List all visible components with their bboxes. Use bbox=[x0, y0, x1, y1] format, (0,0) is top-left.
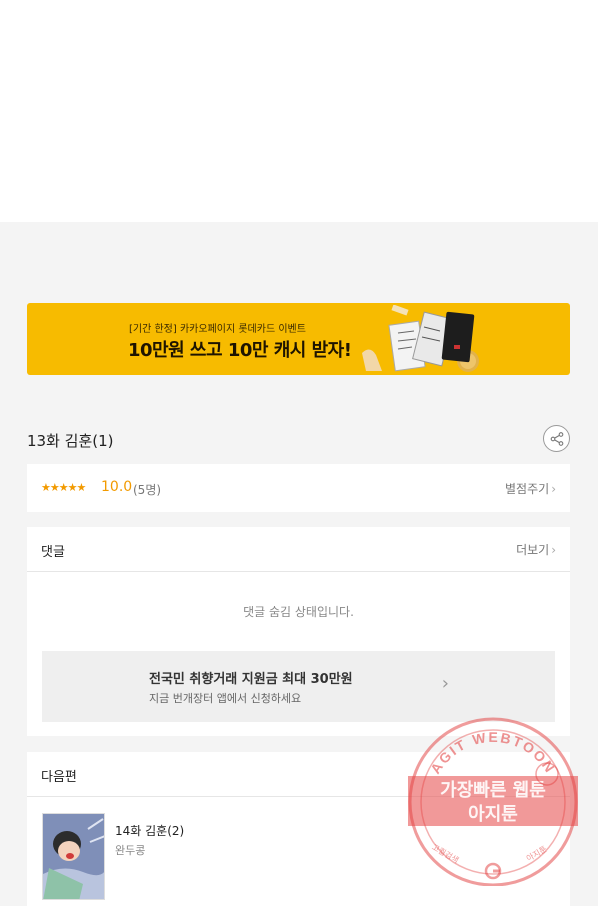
black-card-icon bbox=[441, 311, 475, 363]
rating-count: (5명) bbox=[133, 483, 162, 497]
rating-stars: ★★★★★ bbox=[41, 481, 86, 494]
ad-banner[interactable]: 전국민 취향거래 지원금 최대 30만원 지금 번개장터 앱에서 신청하세요 › bbox=[42, 651, 555, 722]
share-button[interactable] bbox=[543, 425, 570, 452]
chevron-right-icon: › bbox=[551, 482, 556, 496]
comments-more-label: 더보기 bbox=[516, 543, 550, 557]
chevron-right-icon: › bbox=[441, 673, 449, 694]
banner-cards-illustration bbox=[362, 305, 479, 372]
chevron-right-icon: › bbox=[551, 543, 556, 557]
next-episode-thumbnail[interactable] bbox=[42, 813, 105, 900]
banner-subtitle: [기간 한정] 카카오페이지 롯데카드 이벤트 bbox=[129, 324, 306, 335]
comments-title: 댓글 bbox=[41, 545, 65, 560]
rate-button-label: 별점주기 bbox=[505, 482, 550, 496]
share-icon bbox=[550, 431, 563, 446]
comments-hidden-message: 댓글 숨김 상태입니다. bbox=[243, 605, 354, 619]
hand-icon bbox=[362, 349, 382, 371]
event-banner[interactable]: [기간 한정] 카카오페이지 롯데카드 이벤트 10만원 쓰고 10만 캐시 받… bbox=[27, 303, 570, 375]
ad-title: 전국민 취향거래 지원금 최대 30만원 bbox=[149, 672, 353, 687]
next-episode-card: 다음편 14화 김훈(2) 완두콩 bbox=[27, 752, 570, 906]
pencil-icon bbox=[391, 305, 409, 316]
comments-more-button[interactable]: 더보기 › bbox=[516, 541, 556, 558]
ad-description: 지금 번개장터 앱에서 신청하세요 bbox=[149, 692, 302, 705]
rating-card: ★★★★★ 10.0 (5명) 별점주기 › bbox=[27, 464, 570, 512]
episode-title: 13화 김훈(1) bbox=[27, 432, 114, 450]
thumbnail-illustration bbox=[43, 814, 104, 899]
next-episode-title[interactable]: 14화 김훈(2) bbox=[115, 822, 184, 839]
rating-score: 10.0 bbox=[101, 479, 133, 495]
next-episode-header: 다음편 bbox=[27, 752, 570, 797]
next-episode-section-title: 다음편 bbox=[41, 770, 77, 785]
rate-button[interactable]: 별점주기 › bbox=[505, 480, 556, 497]
top-blank-area bbox=[0, 0, 598, 222]
comments-card: 댓글 더보기 › 댓글 숨김 상태입니다. 전국민 취향거래 지원금 최대 30만… bbox=[27, 527, 570, 736]
comments-header: 댓글 더보기 › bbox=[27, 527, 570, 572]
next-episode-author: 완두콩 bbox=[115, 844, 146, 857]
banner-title: 10만원 쓰고 10만 캐시 받자! bbox=[128, 340, 352, 361]
